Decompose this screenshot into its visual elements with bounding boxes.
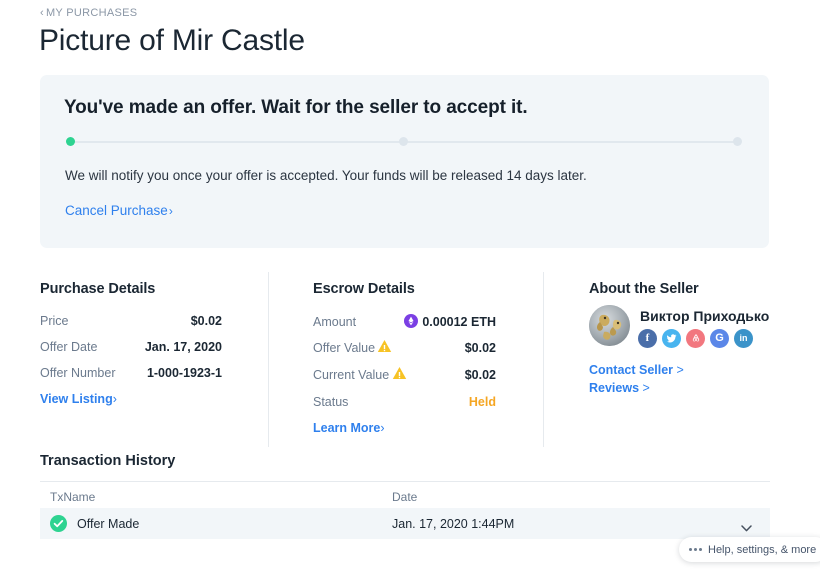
facebook-icon[interactable]: f: [638, 329, 657, 348]
column-divider-2: [543, 272, 544, 447]
chevron-right-icon: ›: [169, 204, 173, 218]
seller-avatar: [589, 305, 630, 346]
offer-value-amount: $0.02: [465, 341, 496, 355]
help-widget-label: Help, settings, & more: [708, 544, 816, 556]
check-circle-icon: [50, 515, 67, 532]
chevron-right-icon: ›: [113, 392, 117, 406]
transaction-date: Jan. 17, 2020 1:44PM: [392, 517, 514, 531]
banner-description: We will notify you once your offer is ac…: [65, 168, 587, 183]
details-columns: Purchase Details Price $0.02 Offer Date …: [0, 272, 820, 447]
escrow-row-current-value: Current Value $0.02: [313, 367, 496, 383]
help-settings-widget[interactable]: Help, settings, & more: [679, 537, 820, 562]
column-divider-1: [268, 272, 269, 447]
breadcrumb[interactable]: ‹MY PURCHASES: [40, 7, 137, 19]
seller-name: Виктор Приходько: [640, 308, 769, 324]
escrow-row-amount: Amount 0.00012 ETH: [313, 314, 496, 330]
more-dots-icon: [689, 548, 702, 551]
offer-number-value: 1-000-1923-1: [147, 366, 222, 380]
transaction-history-table: TxName Date Offer Made Jan. 17, 2020 1:4…: [40, 481, 770, 539]
view-listing-label: View Listing: [40, 392, 113, 406]
escrow-row-offer-value: Offer Value $0.02: [313, 340, 496, 356]
about-seller-heading: About the Seller: [589, 281, 699, 297]
ethereum-icon: [404, 314, 418, 328]
contact-seller-label: Contact Seller: [589, 363, 673, 377]
price-value: $0.02: [191, 314, 222, 328]
offer-progress-indicator: [66, 137, 742, 147]
twitter-icon[interactable]: [662, 329, 681, 348]
offer-value-label: Offer Value: [313, 341, 375, 355]
transaction-name: Offer Made: [77, 517, 139, 531]
google-icon[interactable]: G: [710, 329, 729, 348]
status-badge: Held: [469, 395, 496, 409]
learn-more-link[interactable]: Learn More›: [313, 421, 385, 435]
price-label: Price: [40, 314, 68, 328]
column-header-date: Date: [392, 490, 417, 504]
amount-label: Amount: [313, 315, 356, 329]
status-banner: You've made an offer. Wait for the selle…: [40, 75, 769, 248]
current-value-label: Current Value: [313, 368, 389, 382]
amount-value: 0.00012 ETH: [422, 315, 496, 329]
warning-icon: [377, 339, 392, 353]
page-title: Picture of Mir Castle: [39, 24, 305, 58]
offer-date-value: Jan. 17, 2020: [145, 340, 222, 354]
cancel-purchase-label: Cancel Purchase: [65, 203, 168, 218]
learn-more-label: Learn More: [313, 421, 380, 435]
purchase-detail-page: ‹MY PURCHASES Picture of Mir Castle You'…: [0, 0, 820, 576]
status-label: Status: [313, 395, 348, 409]
escrow-details-heading: Escrow Details: [313, 281, 415, 297]
chevron-right-icon: >: [677, 363, 684, 377]
purchase-details-heading: Purchase Details: [40, 281, 155, 297]
current-value-amount: $0.02: [465, 368, 496, 382]
transaction-history-heading: Transaction History: [40, 453, 175, 469]
table-row[interactable]: Offer Made Jan. 17, 2020 1:44PM: [40, 508, 770, 539]
breadcrumb-back-icon: ‹: [40, 7, 44, 19]
chevron-right-icon: >: [643, 381, 650, 395]
progress-step-1: [66, 137, 75, 146]
escrow-row-status: Status Held: [313, 394, 496, 410]
chevron-right-icon: ›: [380, 421, 384, 435]
linkedin-icon[interactable]: in: [734, 329, 753, 348]
chevron-down-icon[interactable]: [741, 519, 752, 526]
warning-icon: [392, 366, 407, 380]
airbnb-icon[interactable]: [686, 329, 705, 348]
progress-step-3: [733, 137, 742, 146]
offer-number-label: Offer Number: [40, 366, 116, 380]
seller-social-links: f G in: [638, 329, 753, 348]
contact-seller-link[interactable]: Contact Seller >: [589, 363, 684, 377]
reviews-label: Reviews: [589, 381, 639, 395]
breadcrumb-label: MY PURCHASES: [46, 7, 137, 19]
view-listing-link[interactable]: View Listing›: [40, 392, 117, 406]
column-header-txname: TxName: [50, 490, 95, 504]
banner-title: You've made an offer. Wait for the selle…: [64, 97, 528, 119]
offer-date-label: Offer Date: [40, 340, 97, 354]
progress-step-2: [399, 137, 408, 146]
reviews-link[interactable]: Reviews >: [589, 381, 650, 395]
cancel-purchase-link[interactable]: Cancel Purchase›: [65, 203, 173, 218]
table-header-row: TxName Date: [40, 481, 770, 508]
